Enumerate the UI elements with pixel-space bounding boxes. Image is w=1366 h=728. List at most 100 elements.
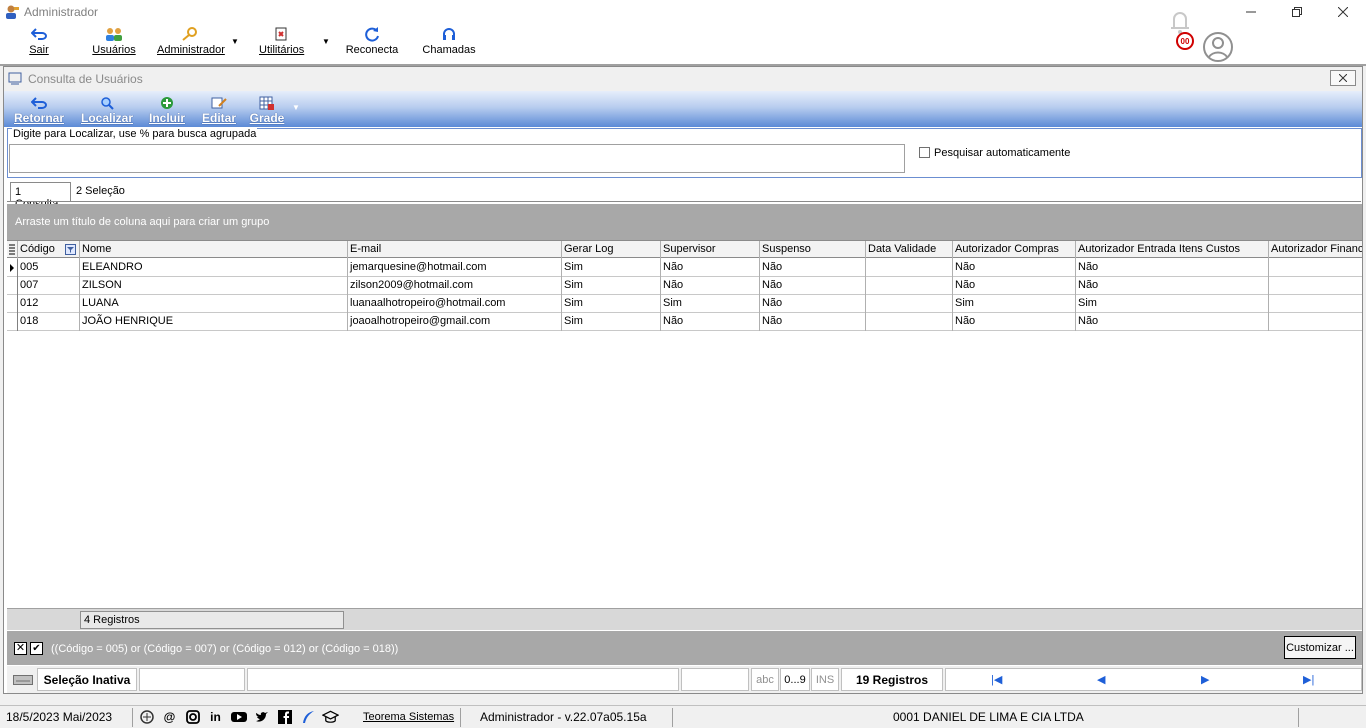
cell-autorizador-compras[interactable]: Não (953, 313, 1076, 331)
teorema-swoosh-icon[interactable] (299, 708, 316, 725)
retornar-button[interactable]: Retornar (12, 95, 66, 125)
teorema-link[interactable]: Teorema Sistemas (363, 711, 454, 723)
cell-suspenso[interactable]: Não (760, 259, 866, 277)
col-header-email[interactable]: E-mail (348, 241, 562, 259)
cell-gerar-log[interactable]: Sim (562, 313, 661, 331)
cell-codigo[interactable]: 007 (18, 277, 80, 295)
last-record-icon[interactable]: ▶| (1303, 673, 1314, 686)
cell-supervisor[interactable]: Não (661, 259, 760, 277)
auto-search-label[interactable]: Pesquisar automaticamente (934, 147, 1070, 159)
filter-expression[interactable]: ((Código = 005) or (Código = 007) or (Có… (51, 643, 398, 655)
cell-suspenso[interactable]: Não (760, 295, 866, 313)
cell-codigo[interactable]: 018 (18, 313, 80, 331)
support-icon[interactable] (138, 708, 155, 725)
table-row[interactable]: 018 JOÃO HENRIQUE joaoalhotropeiro@gmail… (7, 313, 1362, 331)
cell-supervisor[interactable]: Não (661, 277, 760, 295)
grade-button[interactable]: Grade (248, 95, 286, 125)
next-record-icon[interactable]: ▶ (1201, 673, 1209, 686)
cell-autorizador-financeiro[interactable] (1269, 313, 1362, 331)
cell-nome[interactable]: JOÃO HENRIQUE (80, 313, 348, 331)
grade-dropdown-arrow-icon[interactable]: ▼ (292, 103, 300, 112)
customize-filter-button[interactable]: Customizar ... (1284, 636, 1356, 659)
cell-data-validade[interactable] (866, 259, 953, 277)
minimize-button[interactable] (1228, 0, 1274, 24)
table-row[interactable]: 012 LUANA luanaalhotropeiro@hotmail.com … (7, 295, 1362, 313)
menu-utilitarios[interactable]: Utilitários (259, 26, 304, 56)
group-by-panel[interactable]: Arraste um título de coluna aqui para cr… (7, 204, 1362, 240)
incluir-button[interactable]: Incluir (147, 95, 187, 125)
table-row[interactable]: 005 ELEANDRO jemarquesine@hotmail.com Si… (7, 259, 1362, 277)
cell-suspenso[interactable]: Não (760, 277, 866, 295)
cell-suspenso[interactable]: Não (760, 313, 866, 331)
cell-supervisor[interactable]: Sim (661, 295, 760, 313)
table-row[interactable]: 007 ZILSON zilson2009@hotmail.com Sim Nã… (7, 277, 1362, 295)
filter-enabled-checkbox[interactable]: ✔ (30, 642, 43, 655)
col-header-autorizador-compras[interactable]: Autorizador Compras (953, 241, 1076, 259)
cell-email[interactable]: zilson2009@hotmail.com (348, 277, 562, 295)
graduation-cap-icon[interactable] (322, 708, 339, 725)
cell-autorizador-financeiro[interactable] (1269, 295, 1362, 313)
cell-email[interactable]: joaoalhotropeiro@gmail.com (348, 313, 562, 331)
menu-chamadas[interactable]: Chamadas (422, 26, 476, 56)
cell-nome[interactable]: ZILSON (80, 277, 348, 295)
restore-button[interactable] (1274, 0, 1320, 24)
cell-autorizador-entrada[interactable]: Sim (1076, 295, 1269, 313)
form-close-button[interactable] (1330, 70, 1356, 86)
col-header-codigo[interactable]: Código (18, 241, 80, 259)
cell-autorizador-entrada[interactable]: Não (1076, 313, 1269, 331)
cell-data-validade[interactable] (866, 295, 953, 313)
cell-data-validade[interactable] (866, 277, 953, 295)
first-record-icon[interactable]: |◀ (991, 673, 1002, 686)
editar-button[interactable]: Editar (200, 95, 238, 125)
cell-email[interactable]: luanaalhotropeiro@hotmail.com (348, 295, 562, 313)
clear-filter-button[interactable]: ✕ (14, 642, 27, 655)
cell-autorizador-compras[interactable]: Sim (953, 295, 1076, 313)
cell-codigo[interactable]: 005 (18, 259, 80, 277)
previous-record-icon[interactable]: ◀ (1097, 673, 1105, 686)
tab-selecao[interactable]: 2 Seleção (72, 182, 132, 202)
instagram-icon[interactable] (184, 708, 201, 725)
cell-gerar-log[interactable]: Sim (562, 295, 661, 313)
cell-nome[interactable]: ELEANDRO (80, 259, 348, 277)
email-icon[interactable]: @ (161, 708, 178, 725)
tab-consulta[interactable]: 1 Consulta (10, 182, 71, 210)
cell-data-validade[interactable] (866, 313, 953, 331)
cell-gerar-log[interactable]: Sim (562, 277, 661, 295)
cell-email[interactable]: jemarquesine@hotmail.com (348, 259, 562, 277)
col-header-nome[interactable]: Nome (80, 241, 348, 259)
auto-search-checkbox[interactable] (919, 147, 930, 158)
menu-reconecta[interactable]: Reconecta (344, 26, 400, 56)
cell-autorizador-entrada[interactable]: Não (1076, 277, 1269, 295)
cell-autorizador-entrada[interactable]: Não (1076, 259, 1269, 277)
col-header-gerar-log[interactable]: Gerar Log (562, 241, 661, 259)
cell-nome[interactable]: LUANA (80, 295, 348, 313)
linkedin-icon[interactable]: in (207, 708, 224, 725)
twitter-icon[interactable] (253, 708, 270, 725)
cell-autorizador-compras[interactable]: Não (953, 259, 1076, 277)
utilitarios-dropdown-arrow-icon[interactable]: ▼ (322, 37, 330, 46)
col-header-autorizador-financeiro[interactable]: Autorizador Finance (1269, 241, 1362, 259)
search-input[interactable] (9, 144, 905, 173)
menu-sair[interactable]: Sair (28, 26, 50, 56)
col-header-supervisor[interactable]: Supervisor (661, 241, 760, 259)
administrador-dropdown-arrow-icon[interactable]: ▼ (231, 37, 239, 46)
cell-codigo[interactable]: 012 (18, 295, 80, 313)
column-chooser-icon[interactable] (7, 241, 18, 259)
notification-bell-icon[interactable] (1166, 6, 1194, 36)
cell-autorizador-financeiro[interactable] (1269, 277, 1362, 295)
cell-autorizador-financeiro[interactable] (1269, 259, 1362, 277)
col-header-data-validade[interactable]: Data Validade (866, 241, 953, 259)
localizar-button[interactable]: Localizar (80, 95, 134, 125)
youtube-icon[interactable] (230, 708, 247, 725)
cell-supervisor[interactable]: Não (661, 313, 760, 331)
cell-gerar-log[interactable]: Sim (562, 259, 661, 277)
menu-administrador[interactable]: Administrador (157, 26, 225, 56)
col-header-suspenso[interactable]: Suspenso (760, 241, 866, 259)
col-header-autorizador-entrada[interactable]: Autorizador Entrada Itens Custos (1076, 241, 1269, 259)
filter-icon[interactable] (65, 244, 76, 255)
menu-usuarios[interactable]: Usuários (91, 26, 137, 56)
cell-autorizador-compras[interactable]: Não (953, 277, 1076, 295)
user-avatar-icon[interactable] (1202, 31, 1234, 63)
close-window-button[interactable] (1320, 0, 1366, 24)
facebook-icon[interactable] (276, 708, 293, 725)
